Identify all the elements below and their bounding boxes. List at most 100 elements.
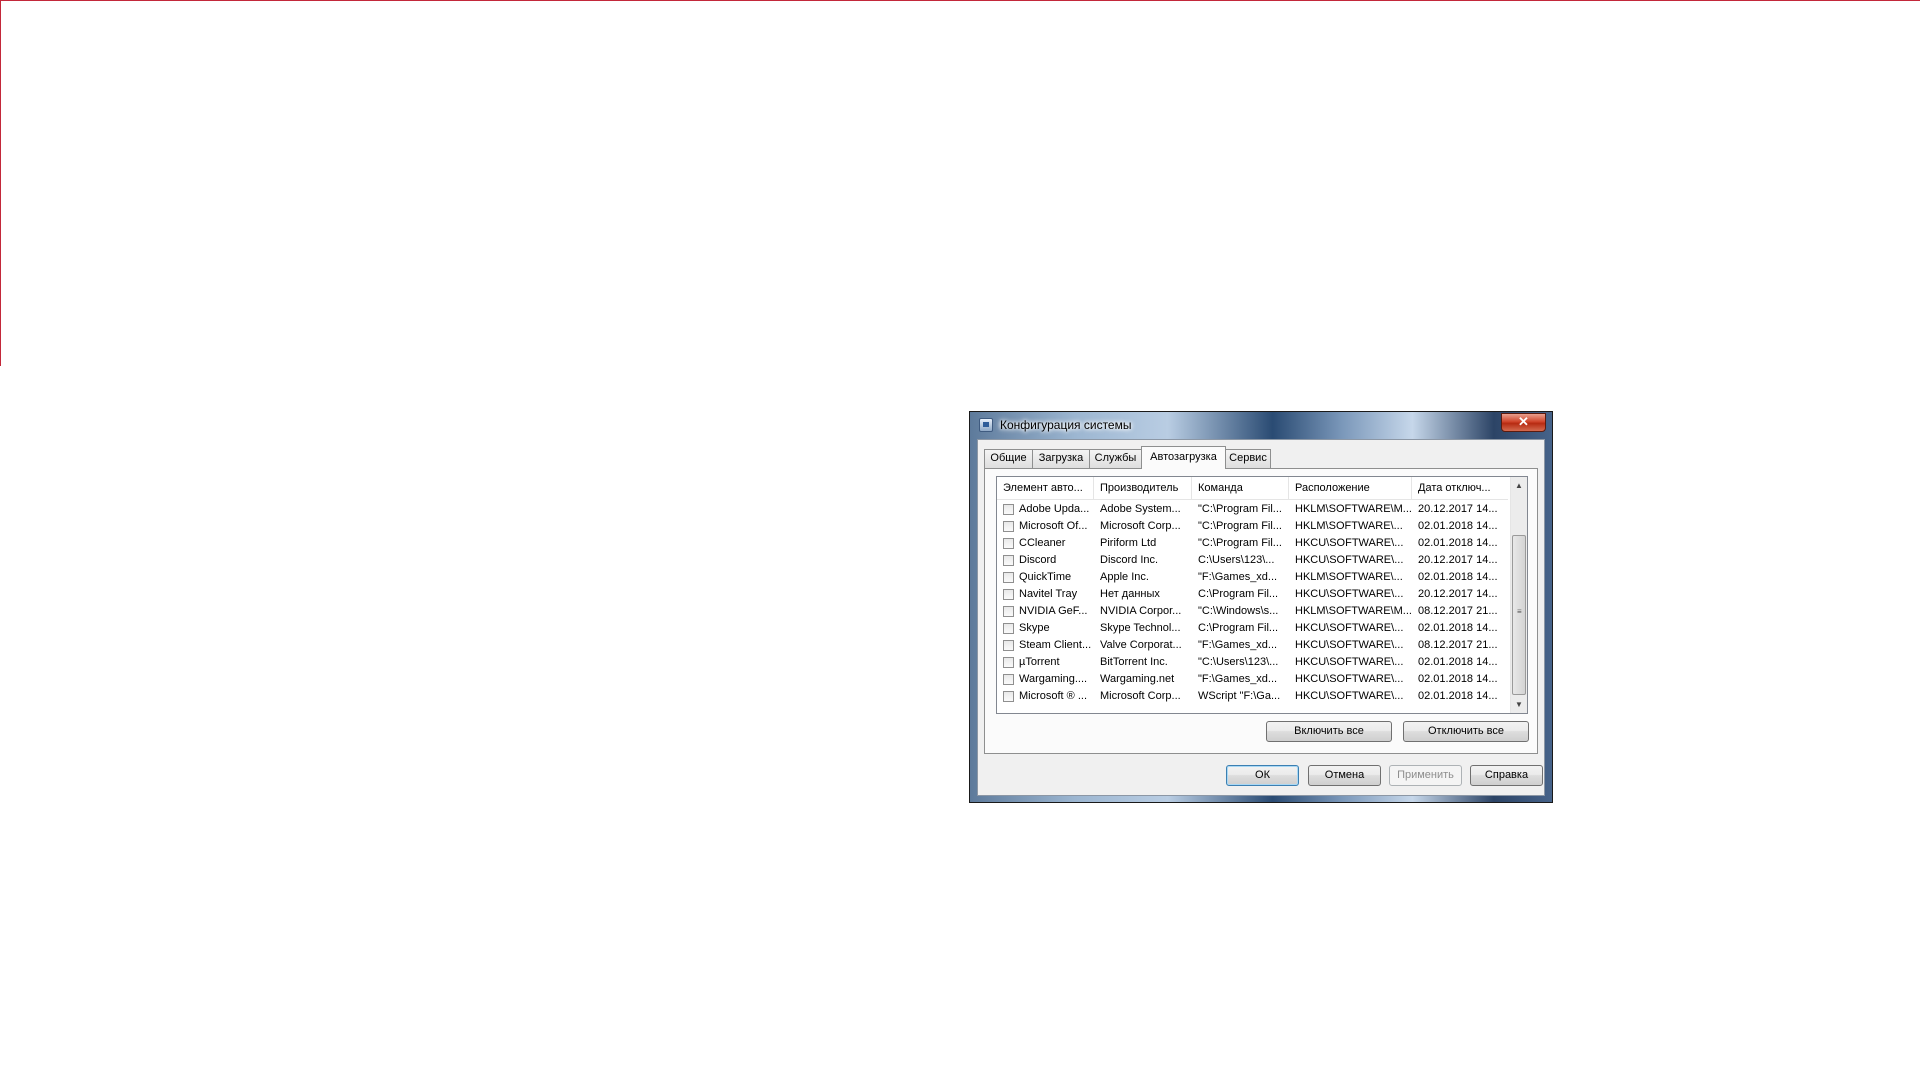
red-frame-left-edge: [0, 0, 1, 366]
column-header-command[interactable]: Команда: [1192, 477, 1289, 499]
cell-location: HKCU\SOFTWARE\...: [1295, 690, 1404, 702]
list-row[interactable]: Wargaming.... Wargaming.net "F:\Games_xd..…: [997, 671, 1508, 688]
system-configuration-window: Конфигурация системы ✕ Общие Загрузка Сл…: [969, 411, 1553, 803]
cell-manufacturer: Microsoft Corp...: [1100, 690, 1181, 702]
column-header-manufacturer[interactable]: Производитель: [1094, 477, 1192, 499]
cell-command: "C:\Users\123\...: [1198, 656, 1279, 668]
startup-items-list[interactable]: Элемент авто... Производитель Команда Ра…: [996, 476, 1528, 714]
cell-startup-item: µTorrent: [1019, 656, 1060, 668]
cell-date-disabled: 08.12.2017 21...: [1418, 605, 1498, 617]
cell-date-disabled: 20.12.2017 14...: [1418, 503, 1498, 515]
cell-date-disabled: 02.01.2018 14...: [1418, 690, 1498, 702]
cell-command: "C:\Program Fil...: [1198, 520, 1282, 532]
cell-date-disabled: 08.12.2017 21...: [1418, 639, 1498, 651]
list-row[interactable]: NVIDIA GeF... NVIDIA Corpor... "C:\Windows…: [997, 603, 1508, 620]
cell-location: HKCU\SOFTWARE\...: [1295, 656, 1404, 668]
tab-boot[interactable]: Загрузка: [1032, 449, 1090, 468]
vertical-scrollbar[interactable]: ▲ ≡ ▼: [1510, 477, 1527, 713]
red-frame-outline: [0, 0, 1920, 366]
tab-services[interactable]: Службы: [1089, 449, 1142, 468]
cell-command: C:\Users\123\...: [1198, 554, 1275, 566]
scroll-thumb[interactable]: ≡: [1512, 535, 1526, 695]
cell-location: HKCU\SOFTWARE\...: [1295, 622, 1404, 634]
cell-startup-item: CCleaner: [1019, 537, 1066, 549]
cell-command: "F:\Games_xd...: [1198, 639, 1278, 651]
disable-all-button[interactable]: Отключить все: [1403, 721, 1529, 742]
tab-general[interactable]: Общие: [984, 449, 1033, 468]
cell-command: "F:\Games_xd...: [1198, 673, 1278, 685]
cell-command: "C:\Windows\s...: [1198, 605, 1279, 617]
cell-date-disabled: 02.01.2018 14...: [1418, 622, 1498, 634]
cell-location: HKCU\SOFTWARE\...: [1295, 673, 1404, 685]
cell-location: HKCU\SOFTWARE\...: [1295, 639, 1404, 651]
cell-startup-item: Skype: [1019, 622, 1050, 634]
list-row[interactable]: QuickTime Apple Inc. "F:\Games_xd... HKLM\S…: [997, 569, 1508, 586]
scroll-up-arrow-icon[interactable]: ▲: [1511, 477, 1527, 494]
title-bar[interactable]: Конфигурация системы ✕: [970, 412, 1552, 439]
cancel-button[interactable]: Отмена: [1308, 765, 1381, 786]
cell-date-disabled: 20.12.2017 14...: [1418, 588, 1498, 600]
cell-location: HKLM\SOFTWARE\...: [1295, 571, 1403, 583]
list-row[interactable]: Adobe Upda... Adobe System... "C:\Program …: [997, 501, 1508, 518]
column-header-startup-item[interactable]: Элемент авто...: [997, 477, 1094, 499]
cell-location: HKLM\SOFTWARE\...: [1295, 520, 1403, 532]
cell-date-disabled: 02.01.2018 14...: [1418, 571, 1498, 583]
ok-button[interactable]: ОК: [1226, 765, 1299, 786]
cell-startup-item: Steam Client...: [1019, 639, 1092, 651]
cell-location: HKCU\SOFTWARE\...: [1295, 588, 1404, 600]
tab-tools[interactable]: Сервис: [1225, 449, 1271, 468]
cell-date-disabled: 02.01.2018 14...: [1418, 520, 1498, 532]
cell-date-disabled: 02.01.2018 14...: [1418, 673, 1498, 685]
list-row[interactable]: Microsoft Of... Microsoft Corp... "C:\Prog…: [997, 518, 1508, 535]
column-header-date-disabled[interactable]: Дата отключ...: [1412, 477, 1508, 499]
cell-manufacturer: Adobe System...: [1100, 503, 1181, 515]
startup-tab-panel: Элемент авто... Производитель Команда Ра…: [984, 468, 1538, 754]
cell-date-disabled: 02.01.2018 14...: [1418, 656, 1498, 668]
list-row[interactable]: Steam Client... Valve Corporat... "F:\Game…: [997, 637, 1508, 654]
help-button[interactable]: Справка: [1470, 765, 1543, 786]
cell-manufacturer: Нет данных: [1100, 588, 1160, 600]
cell-startup-item: Discord: [1019, 554, 1057, 566]
scroll-grip-icon: ≡: [1517, 607, 1522, 616]
cell-manufacturer: Apple Inc.: [1100, 571, 1149, 583]
list-row[interactable]: µTorrent BitTorrent Inc. "C:\Users\123\...…: [997, 654, 1508, 671]
cell-startup-item: Microsoft Of...: [1019, 520, 1088, 532]
cell-startup-item: NVIDIA GeF...: [1019, 605, 1088, 617]
cell-command: WScript "F:\Ga...: [1198, 690, 1281, 702]
cell-command: C:\Program Fil...: [1198, 588, 1279, 600]
cell-command: "C:\Program Fil...: [1198, 537, 1282, 549]
enable-all-button[interactable]: Включить все: [1266, 721, 1392, 742]
list-rows: Adobe Upda... Adobe System... "C:\Program …: [997, 501, 1508, 705]
cell-command: C:\Program Fil...: [1198, 622, 1279, 634]
cell-location: HKLM\SOFTWARE\M...: [1295, 605, 1412, 617]
list-row[interactable]: Navitel Tray Нет данных C:\Program Fil... H…: [997, 586, 1508, 603]
list-row[interactable]: Microsoft ® ... Microsoft Corp... WScript …: [997, 688, 1508, 705]
list-row[interactable]: CCleaner Piriform Ltd "C:\Program Fil... HK…: [997, 535, 1508, 552]
cell-manufacturer: Piriform Ltd: [1100, 537, 1157, 549]
close-button[interactable]: ✕: [1501, 413, 1546, 432]
window-title: Конфигурация системы: [1000, 418, 1132, 432]
cell-date-disabled: 20.12.2017 14...: [1418, 554, 1498, 566]
red-frame-top-edge: [0, 0, 1920, 1]
cell-startup-item: Wargaming....: [1019, 673, 1088, 685]
cell-location: HKCU\SOFTWARE\...: [1295, 554, 1404, 566]
cell-startup-item: Navitel Tray: [1019, 588, 1078, 600]
cell-location: HKLM\SOFTWARE\M...: [1295, 503, 1412, 515]
cell-manufacturer: Microsoft Corp...: [1100, 520, 1181, 532]
column-header-location[interactable]: Расположение: [1289, 477, 1412, 499]
cell-manufacturer: Wargaming.net: [1100, 673, 1175, 685]
cell-manufacturer: Valve Corporat...: [1100, 639, 1182, 651]
cell-command: "C:\Program Fil...: [1198, 503, 1282, 515]
dialog-client-area: Общие Загрузка Службы Автозагрузка Серви…: [977, 439, 1545, 796]
cell-startup-item: Microsoft ® ...: [1019, 690, 1088, 702]
list-row[interactable]: Discord Discord Inc. C:\Users\123\... HKCU\…: [997, 552, 1508, 569]
list-row[interactable]: Skype Skype Technol... C:\Program Fil... HK…: [997, 620, 1508, 637]
cell-date-disabled: 02.01.2018 14...: [1418, 537, 1498, 549]
tab-startup[interactable]: Автозагрузка: [1141, 446, 1226, 469]
cell-startup-item: QuickTime: [1019, 571, 1072, 583]
apply-button[interactable]: Применить: [1389, 765, 1462, 786]
scroll-down-arrow-icon[interactable]: ▼: [1511, 696, 1527, 713]
cell-manufacturer: NVIDIA Corpor...: [1100, 605, 1182, 617]
cell-command: "F:\Games_xd...: [1198, 571, 1278, 583]
cell-startup-item: Adobe Upda...: [1019, 503, 1090, 515]
